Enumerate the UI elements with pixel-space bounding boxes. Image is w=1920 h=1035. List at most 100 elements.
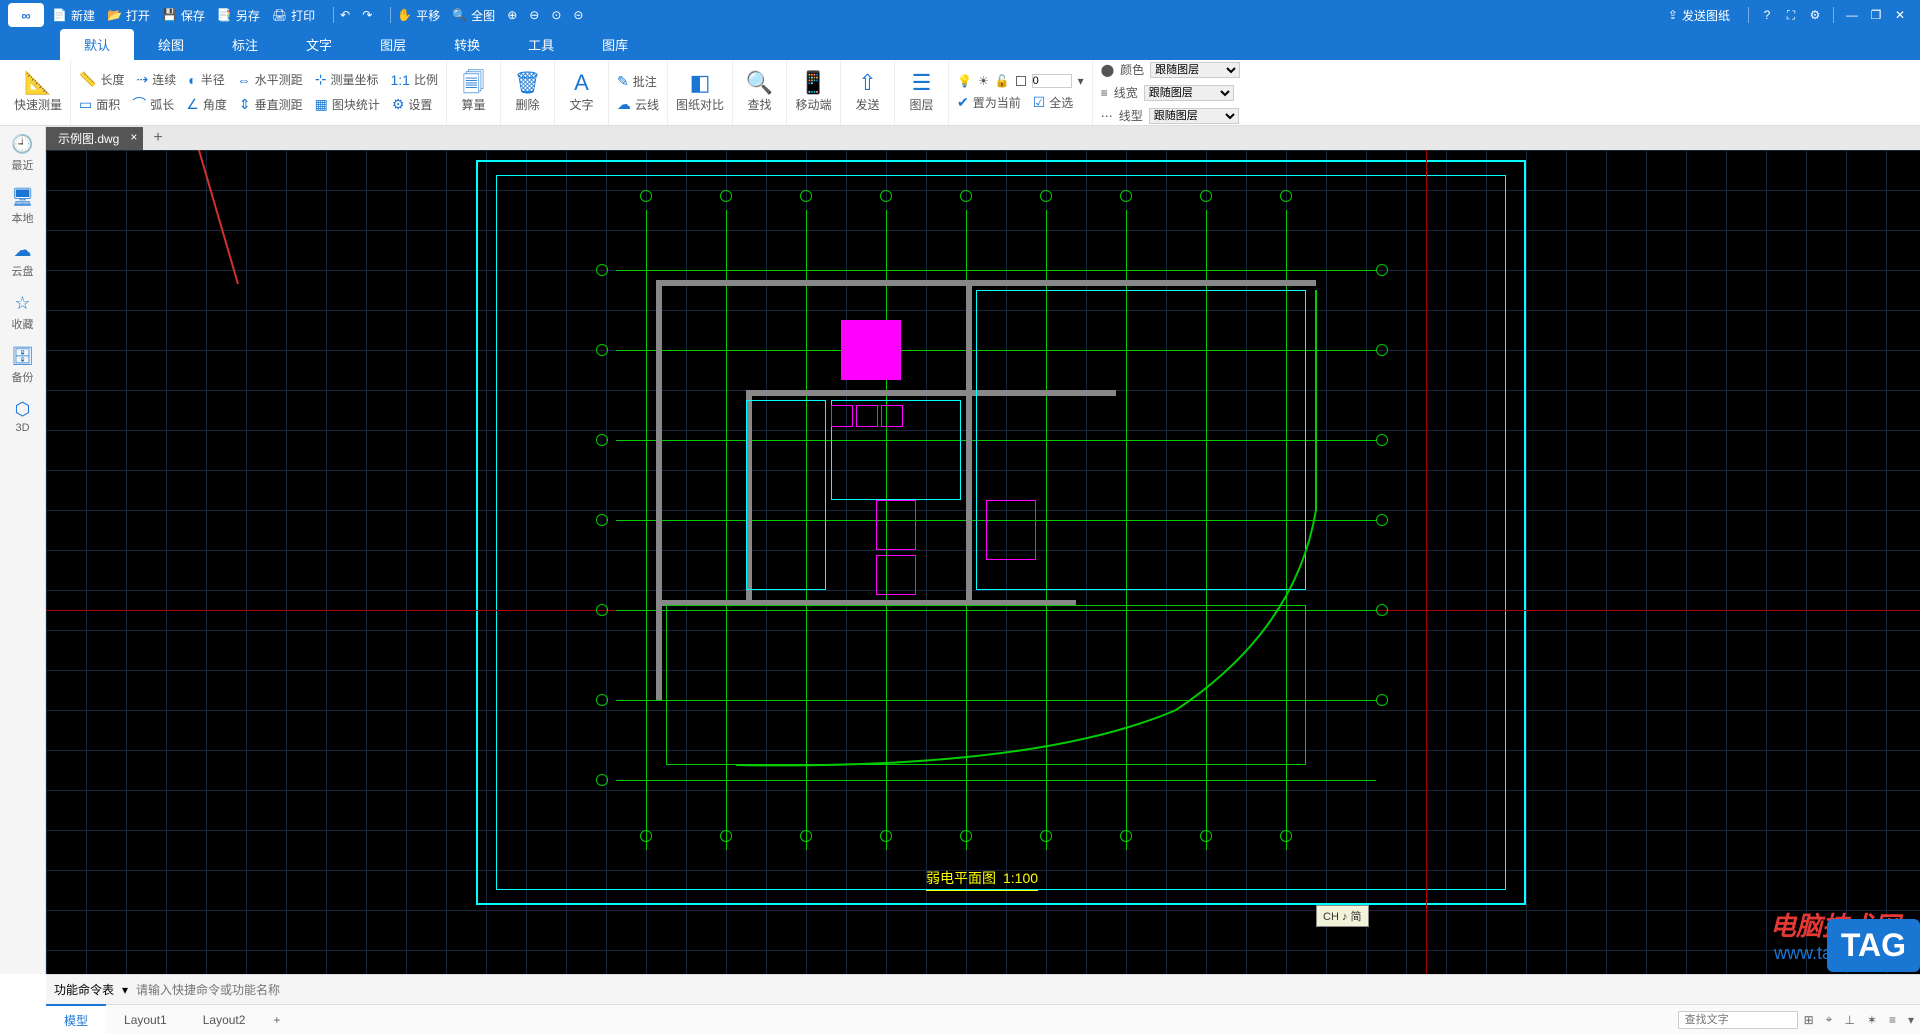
radius-button[interactable]: ◐半径 [188, 71, 224, 88]
zoom-in-button[interactable]: ⊕ [507, 8, 517, 22]
find-text-input[interactable] [1678, 1011, 1798, 1029]
fit-button[interactable]: 🔍全图 [452, 7, 495, 24]
layer-selector[interactable]: 💡☀🔓 ▾ [957, 74, 1084, 88]
area-button[interactable]: ▭面积 [79, 94, 120, 114]
compare-button[interactable]: ◧图纸对比 [668, 60, 733, 125]
fullscreen-button[interactable]: ⛶ [1779, 8, 1803, 23]
lineweight-select[interactable]: 跟随图层 [1144, 85, 1234, 101]
search-icon: 🔍 [746, 72, 773, 94]
cloud-button[interactable]: ☁云线 [617, 96, 659, 113]
sidebar-recent[interactable]: 🕘最近 [11, 134, 33, 173]
send-icon: ⇧ [858, 72, 876, 94]
settings-button[interactable]: ⚙ [1803, 8, 1827, 22]
layout-tab-1[interactable]: Layout1 [106, 1007, 185, 1033]
maximize-button[interactable]: ❐ [1864, 8, 1888, 22]
layout-tab-model[interactable]: 模型 [46, 1004, 106, 1035]
color-select[interactable]: 跟随图层 [1150, 62, 1240, 78]
vdist-button[interactable]: ⇕垂直测距 [239, 94, 303, 114]
drawing-canvas[interactable]: 弱电平面图 1:100 CH ♪ 简 电脑技术网 www.tagxp.com T… [46, 150, 1920, 974]
status-snap-icon[interactable]: ⌖ [1820, 1012, 1839, 1027]
comment-button[interactable]: ✎批注 [617, 73, 657, 90]
layout-tab-2[interactable]: Layout2 [185, 1007, 264, 1033]
length-button[interactable]: 📏长度 [79, 71, 124, 88]
status-ortho-icon[interactable]: ⊥ [1838, 1013, 1860, 1027]
command-bar: 功能命令表 ▾ [46, 974, 1920, 1004]
sidebar-local[interactable]: 🖥本地 [11, 187, 34, 226]
gear-icon: ⚙ [392, 96, 405, 113]
tab-layer[interactable]: 图层 [356, 29, 430, 60]
zoom-out-button[interactable]: ⊖ [529, 8, 539, 22]
tab-text[interactable]: 文字 [282, 29, 356, 60]
comment-icon: ✎ [617, 73, 629, 90]
file-tab[interactable]: 示例图.dwg× [46, 127, 143, 150]
titlebar-save[interactable]: 💾保存 [162, 7, 205, 24]
sidebar-favorite[interactable]: ☆收藏 [12, 293, 34, 332]
delete-button[interactable]: 🗑删除 [501, 60, 555, 125]
undo-button[interactable]: ↶ [340, 8, 350, 22]
redo-button[interactable]: ↷ [362, 8, 372, 22]
linetype-select[interactable]: 跟随图层 [1149, 108, 1239, 124]
pan-icon: ✋ [397, 8, 412, 22]
status-polar-icon[interactable]: ✶ [1861, 1013, 1883, 1027]
close-button[interactable]: ✕ [1888, 8, 1912, 22]
file-tabs: 示例图.dwg× + [46, 126, 1920, 150]
titlebar-open[interactable]: 📂打开 [107, 7, 150, 24]
sidebar-3d[interactable]: ⬡3D [15, 399, 31, 434]
quick-measure-button[interactable]: 📐 快速测量 [6, 60, 71, 125]
tab-tools[interactable]: 工具 [504, 29, 578, 60]
compare-icon: ◧ [690, 72, 711, 94]
settings-button[interactable]: ⚙设置 [392, 94, 433, 114]
zoom-reset-button[interactable]: ⊝ [573, 8, 583, 22]
chevron-down-icon[interactable]: ▾ [122, 983, 128, 997]
find-button[interactable]: 🔍查找 [733, 60, 787, 125]
arc-button[interactable]: ⌒弧长 [132, 94, 174, 114]
close-tab-icon[interactable]: × [130, 130, 137, 144]
zoom-out-icon: ⊖ [529, 8, 539, 22]
share-icon: ⇪ [1668, 8, 1678, 22]
minimize-button[interactable]: — [1840, 8, 1864, 22]
scale-button[interactable]: 1:1比例 [390, 71, 437, 88]
chevron-down-icon[interactable]: ▾ [1078, 74, 1084, 88]
help-button[interactable]: ? [1755, 8, 1779, 22]
status-lineweight-icon[interactable]: ≡ [1883, 1013, 1902, 1027]
titlebar-print[interactable]: 🖨打印 [272, 7, 315, 24]
pan-button[interactable]: ✋平移 [397, 7, 440, 24]
select-all-button[interactable]: ☑全选 [1033, 94, 1074, 111]
ribbon-toolbar: 📐 快速测量 📏长度 ⇢连续 ◐半径 ⇔水平测距 ⊹测量坐标 1:1比例 ▭面积… [0, 60, 1920, 126]
titlebar-saveas[interactable]: 📑另存 [217, 7, 260, 24]
titlebar-new[interactable]: 📄新建 [52, 7, 95, 24]
calc-button[interactable]: 🗐算量 [447, 60, 501, 125]
scale-icon: 1:1 [390, 72, 409, 88]
add-layout-button[interactable]: + [263, 1013, 290, 1027]
status-more-icon[interactable]: ▾ [1902, 1013, 1920, 1027]
layer-button[interactable]: ☰图层 [895, 60, 949, 125]
angle-button[interactable]: ∠角度 [186, 94, 227, 114]
help-icon: ? [1764, 8, 1771, 22]
mobile-button[interactable]: 📱移动端 [787, 60, 841, 125]
add-tab-button[interactable]: + [143, 129, 172, 147]
text-button[interactable]: A文字 [555, 60, 609, 125]
command-label[interactable]: 功能命令表 [54, 981, 114, 998]
status-grid-icon[interactable]: ⊞ [1798, 1013, 1820, 1027]
area-icon: ▭ [79, 96, 92, 113]
zoom-window-button[interactable]: ⊙ [551, 8, 561, 22]
sidebar-backup[interactable]: 🗄备份 [11, 346, 34, 385]
tab-draw[interactable]: 绘图 [134, 29, 208, 60]
blockstat-button[interactable]: ▦图块统计 [315, 94, 380, 114]
command-input[interactable] [136, 983, 536, 997]
send-drawing-button[interactable]: ⇪发送图纸 [1668, 7, 1730, 24]
send-button[interactable]: ⇧发送 [841, 60, 895, 125]
lock-icon: 🔓 [995, 74, 1010, 88]
tab-annotation[interactable]: 标注 [208, 29, 282, 60]
cloud-icon: ☁ [14, 240, 32, 261]
tab-convert[interactable]: 转换 [430, 29, 504, 60]
tab-default[interactable]: 默认 [60, 29, 134, 60]
layer-name-input[interactable] [1032, 74, 1072, 88]
continuous-button[interactable]: ⇢连续 [136, 71, 176, 88]
bulb-icon: 💡 [957, 74, 972, 88]
tab-library[interactable]: 图库 [578, 29, 652, 60]
coord-button[interactable]: ⊹测量坐标 [315, 71, 379, 88]
sidebar-cloud[interactable]: ☁云盘 [12, 240, 34, 279]
hdist-button[interactable]: ⇔水平测距 [237, 71, 303, 88]
set-current-button[interactable]: ✔置为当前 [957, 94, 1021, 111]
